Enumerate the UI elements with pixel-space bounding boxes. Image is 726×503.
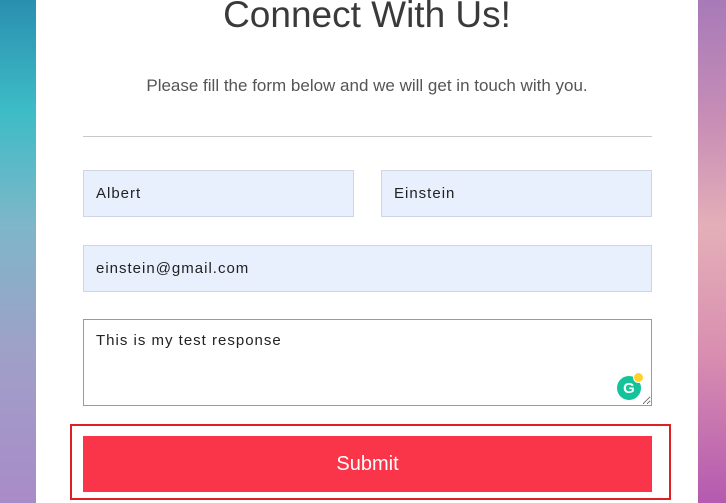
last-name-input[interactable] [381,170,652,217]
submit-button[interactable]: Submit [83,436,652,492]
divider [83,136,652,137]
background-gradient-right [698,0,726,503]
form-subtitle: Please fill the form below and we will g… [146,76,588,95]
first-name-input[interactable] [83,170,354,217]
form-title: Connect With Us! [223,0,511,35]
email-input[interactable] [83,245,652,292]
grammarly-status-dot [633,372,644,383]
message-textarea[interactable]: This is my test response [83,319,652,406]
